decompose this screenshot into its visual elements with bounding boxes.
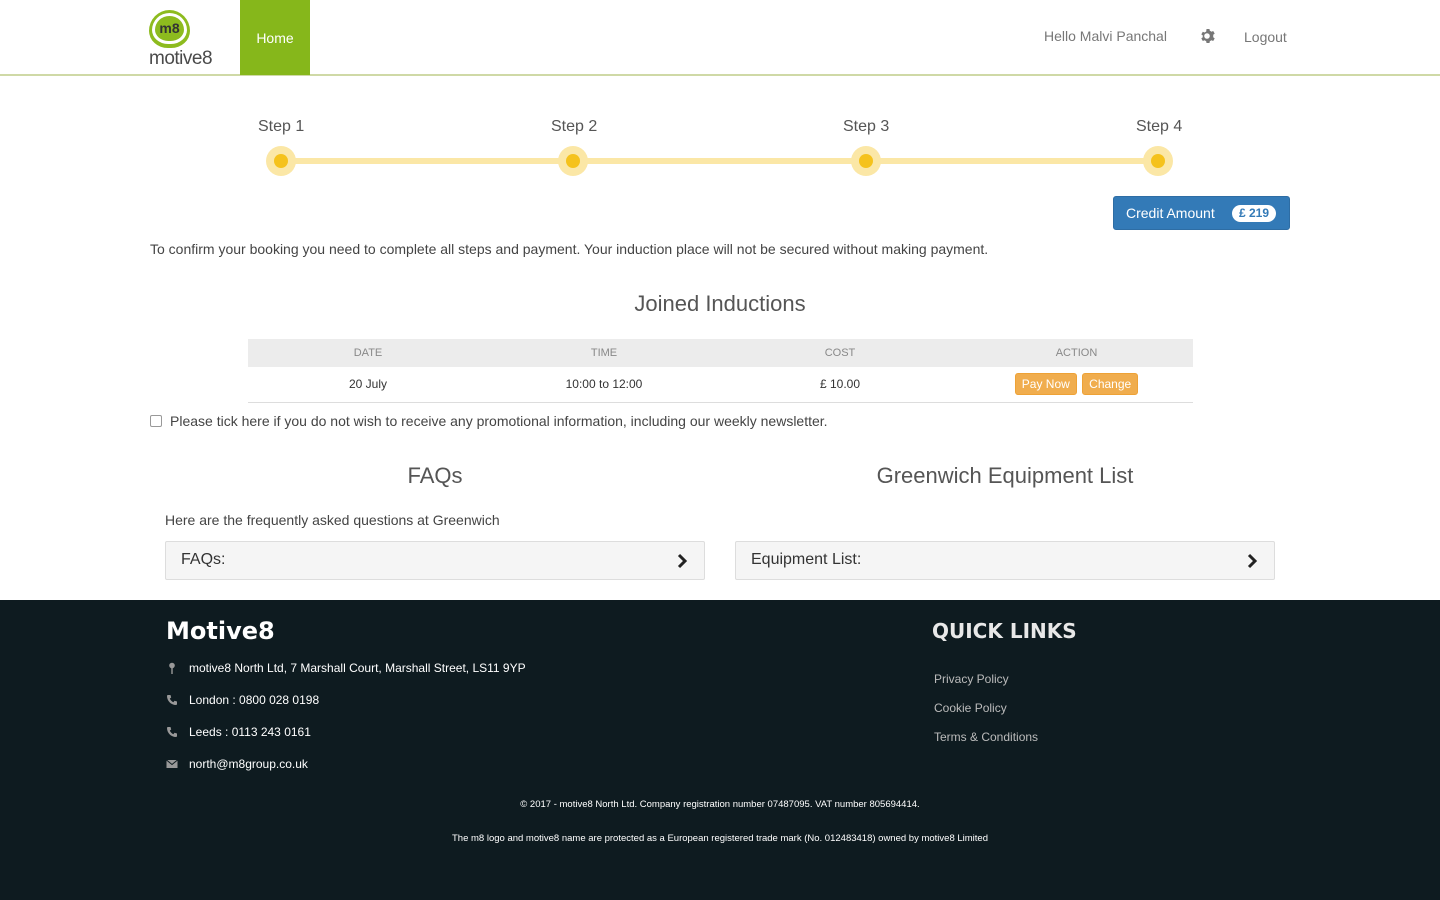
pay-now-button[interactable]: Pay Now	[1014, 373, 1077, 396]
faqs-intro-text: Here are the frequently asked questions …	[165, 512, 500, 528]
table-row: 20 July 10:00 to 12:00 £ 10.00 Pay Now C…	[248, 367, 1193, 403]
booking-confirm-notice: To confirm your booking you need to comp…	[150, 241, 989, 257]
col-cost: COST	[720, 339, 960, 367]
footer-london-row: London : 0800 028 0198	[166, 693, 319, 707]
step-2-dot[interactable]	[558, 146, 588, 176]
col-date: DATE	[248, 339, 488, 367]
footer-leeds-row: Leeds : 0113 243 0161	[166, 725, 311, 739]
phone-icon	[167, 695, 177, 705]
newsletter-optout-label[interactable]: Please tick here if you do not wish to r…	[170, 413, 828, 429]
col-time: TIME	[488, 339, 720, 367]
cell-cost: £ 10.00	[720, 367, 960, 403]
quick-links-title: QUICK LINKS	[932, 619, 1077, 643]
envelope-icon	[166, 759, 178, 768]
footer-trademark: The m8 logo and motive8 name are protect…	[452, 833, 988, 844]
footer-leeds-phone[interactable]: Leeds : 0113 243 0161	[189, 725, 311, 739]
step-4-dot[interactable]	[1143, 146, 1173, 176]
cell-date: 20 July	[248, 367, 488, 403]
credit-amount-button[interactable]: Credit Amount £ 219	[1113, 196, 1290, 230]
chevron-right-icon	[677, 553, 688, 569]
motive8-logo[interactable]: m8 motive8	[149, 10, 229, 70]
booking-steps-progress: Step 1 Step 2 Step 3 Step 4	[258, 114, 1188, 184]
step-1-dot[interactable]	[266, 146, 296, 176]
chevron-right-icon	[1247, 553, 1258, 569]
logo-wordmark: motive8	[149, 48, 213, 69]
cookie-policy-link[interactable]: Cookie Policy	[934, 701, 1007, 715]
steps-track	[281, 158, 1161, 164]
nav-home-tab[interactable]: Home	[240, 0, 310, 75]
top-navbar: m8 motive8 Home Hello Malvi Panchal Logo…	[0, 0, 1440, 76]
site-footer: Motive8 motive8 North Ltd, 7 Marshall Co…	[0, 600, 1440, 900]
logout-link[interactable]: Logout	[1244, 29, 1287, 45]
step-4-label: Step 4	[1136, 118, 1183, 135]
cell-action: Pay Now Change	[960, 367, 1193, 403]
footer-london-phone[interactable]: London : 0800 028 0198	[189, 693, 319, 707]
equipment-list-title: Greenwich Equipment List	[876, 463, 1134, 488]
equipment-accordion-label: Equipment List:	[751, 551, 862, 568]
footer-email-row: north@m8group.co.uk	[166, 757, 308, 771]
faqs-accordion-label: FAQs:	[181, 551, 226, 568]
footer-address: motive8 North Ltd, 7 Marshall Court, Mar…	[189, 661, 526, 675]
logo-badge-text: m8	[155, 16, 184, 41]
footer-address-row: motive8 North Ltd, 7 Marshall Court, Mar…	[166, 661, 526, 675]
credit-amount-label: Credit Amount	[1126, 205, 1215, 221]
footer-brand: Motive8	[166, 617, 275, 645]
change-button[interactable]: Change	[1082, 373, 1139, 396]
faqs-title: FAQs	[407, 463, 463, 488]
step-2-label: Step 2	[551, 118, 598, 135]
newsletter-optout-row: Please tick here if you do not wish to r…	[150, 413, 828, 429]
table-header-row: DATE TIME COST ACTION	[248, 339, 1193, 367]
step-3-label: Step 3	[843, 118, 890, 135]
cell-time: 10:00 to 12:00	[488, 367, 720, 403]
privacy-policy-link[interactable]: Privacy Policy	[934, 672, 1009, 686]
faqs-accordion[interactable]: FAQs:	[165, 541, 705, 580]
footer-email[interactable]: north@m8group.co.uk	[189, 757, 308, 771]
m8-badge: m8	[149, 10, 190, 48]
step-1-label: Step 1	[258, 118, 305, 135]
joined-inductions-title: Joined Inductions	[634, 291, 806, 316]
phone-icon	[167, 727, 177, 737]
col-action: ACTION	[960, 339, 1193, 367]
gear-icon[interactable]	[1199, 28, 1215, 44]
equipment-list-accordion[interactable]: Equipment List:	[735, 541, 1275, 580]
map-pin-icon	[169, 662, 175, 674]
terms-conditions-link[interactable]: Terms & Conditions	[934, 730, 1038, 744]
newsletter-optout-checkbox[interactable]	[150, 415, 162, 427]
credit-amount-badge: £ 219	[1231, 205, 1276, 222]
inductions-table: DATE TIME COST ACTION 20 July 10:00 to 1…	[248, 339, 1193, 403]
footer-copyright: © 2017 - motive8 North Ltd. Company regi…	[520, 799, 920, 810]
user-greeting: Hello Malvi Panchal	[1044, 28, 1167, 44]
step-3-dot[interactable]	[851, 146, 881, 176]
